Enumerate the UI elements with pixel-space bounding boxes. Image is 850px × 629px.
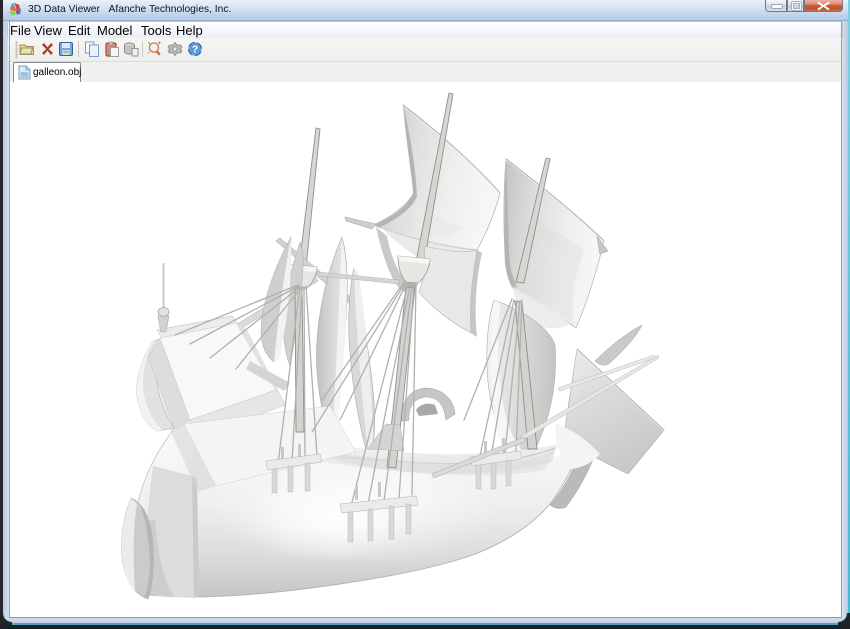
svg-text:?: ?	[192, 45, 198, 56]
